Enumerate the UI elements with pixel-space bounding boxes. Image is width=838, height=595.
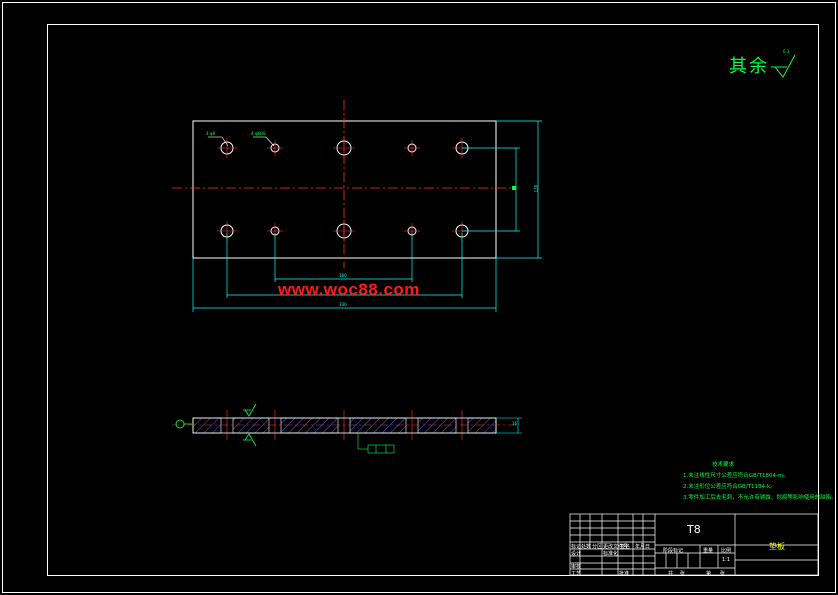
tb-sheet-3: 张 [720, 571, 726, 577]
technical-requirements: 技术要求 1.未注线性尺寸公差应符合GB/T1804-m。 2.未注形位公差应符… [683, 460, 837, 504]
tb-header-5: 年月日 [635, 544, 651, 550]
dim-height: 130 [533, 184, 539, 193]
tech-req-line-3: 3.零件加工后去毛刺，不允许有锈蚀、划痕等影响使用的缺陷。 [683, 495, 837, 501]
section-hatch [467, 417, 497, 434]
tech-req-line-1: 1.未注线性尺寸公差应符合GB/T1804-m。 [683, 473, 789, 479]
tb-row-3: 工艺 [571, 571, 582, 577]
roughness-value: 6.3 [783, 49, 790, 54]
tb-header-4: 签名 [620, 544, 631, 550]
roughness-symbol [771, 54, 796, 78]
tb-header-2: 分区 [592, 544, 603, 550]
roughness-label: 其余 [729, 56, 769, 77]
tech-req-line-2: 2.未注形位公差应符合GB/T1184-k。 [683, 484, 776, 490]
tb-row-0: 设计 [571, 551, 582, 557]
tb-sheet-2: 第 [706, 571, 712, 577]
hole-callout-1: 4-φ9 [206, 131, 216, 136]
tb-stage-label: 阶段标记 [663, 548, 684, 554]
tb-sheet-1: 张 [680, 571, 686, 577]
section-hatch [232, 417, 270, 434]
tb-row-4: 批准 [619, 571, 630, 577]
watermark: www.woc88.com [278, 280, 420, 299]
tb-header-1: 处数 [581, 544, 592, 550]
dim-inner-span: 160 [339, 273, 347, 278]
dim-overall-length: 330 [339, 302, 347, 307]
roughness-note: 其余 [729, 52, 769, 78]
tech-req-title: 技术要求 [712, 462, 735, 468]
section-hatch [417, 417, 457, 434]
tb-row-1: 标准化 [603, 551, 619, 557]
section-hatch [349, 417, 407, 434]
tb-scale-value: 1:1 [722, 557, 731, 563]
section-hatch [280, 417, 339, 434]
tb-row-2: 审核 [571, 564, 582, 570]
part-name: 垫板 [769, 542, 785, 551]
tb-sheet-0: 共 [668, 571, 674, 577]
plate-outline [192, 120, 497, 259]
material: T8 [687, 523, 701, 536]
dim-thickness: 16 [512, 421, 518, 426]
section-hatch [192, 417, 222, 434]
tb-scale-label: 比例 [721, 548, 732, 554]
hole-callout-2: 4-φ6H8 [251, 131, 266, 136]
tb-weight-label: 重量 [703, 548, 714, 554]
section-view [172, 403, 522, 454]
tb-header-0: 标记 [571, 544, 582, 550]
